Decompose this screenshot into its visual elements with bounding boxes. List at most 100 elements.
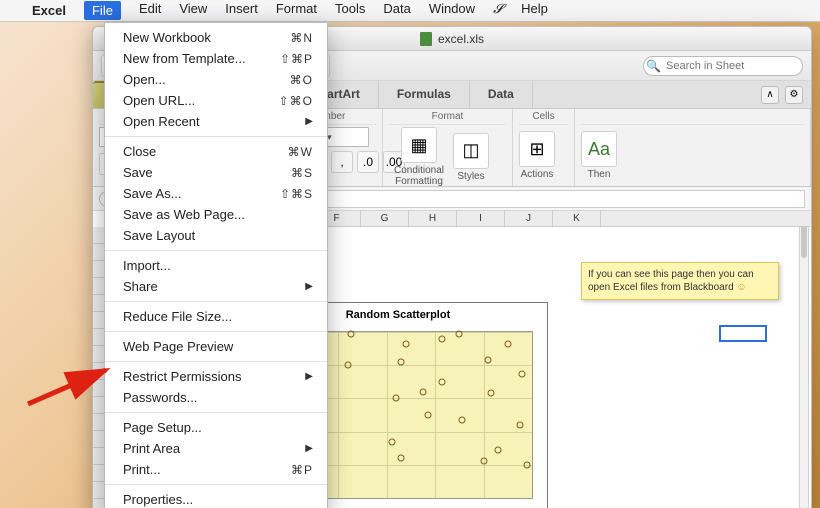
col-header-K[interactable]: K bbox=[553, 211, 601, 226]
ribbon-group-format: Format ▦ Conditional Formatting ◫ Styles bbox=[383, 109, 513, 186]
submenu-arrow-icon: ▶ bbox=[305, 443, 313, 454]
chart-point bbox=[398, 455, 405, 462]
menu-item-label: New Workbook bbox=[123, 30, 211, 45]
chart-point bbox=[495, 446, 502, 453]
chart-point bbox=[345, 362, 352, 369]
col-header-J[interactable]: J bbox=[505, 211, 553, 226]
themes-button[interactable]: Aa Then bbox=[581, 131, 617, 180]
menu-item-open-recent[interactable]: Open Recent▶ bbox=[105, 111, 327, 132]
annotation-arrow bbox=[24, 356, 124, 419]
menu-item-label: Close bbox=[123, 144, 156, 159]
chart-point bbox=[393, 395, 400, 402]
menu-item-new-from-template[interactable]: New from Template...⇧⌘P bbox=[105, 48, 327, 69]
menu-item-properties[interactable]: Properties... bbox=[105, 489, 327, 508]
menu-item-reduce-file-size[interactable]: Reduce File Size... bbox=[105, 306, 327, 327]
col-header-I[interactable]: I bbox=[457, 211, 505, 226]
menu-item-open[interactable]: Open...⌘O bbox=[105, 69, 327, 90]
menu-data[interactable]: Data bbox=[383, 1, 410, 20]
menu-item-web-page-preview[interactable]: Web Page Preview bbox=[105, 336, 327, 357]
menu-tools[interactable]: Tools bbox=[335, 1, 365, 20]
menu-edit[interactable]: Edit bbox=[139, 1, 161, 20]
menu-separator bbox=[105, 412, 327, 413]
menu-shortcut: ⇧⌘S bbox=[280, 187, 313, 201]
chart-point bbox=[403, 340, 410, 347]
menu-file[interactable]: File bbox=[84, 1, 121, 20]
conditional-formatting-button[interactable]: ▦ Conditional Formatting bbox=[389, 127, 449, 187]
vertical-scrollbar[interactable] bbox=[799, 213, 809, 508]
menu-item-label: Share bbox=[123, 279, 158, 294]
note-text: If you can see this page then you can op… bbox=[588, 269, 754, 293]
menu-item-save-as-web-page[interactable]: Save as Web Page... bbox=[105, 204, 327, 225]
selected-cell[interactable] bbox=[719, 325, 767, 342]
submenu-arrow-icon: ▶ bbox=[305, 371, 313, 382]
menu-item-label: Reduce File Size... bbox=[123, 309, 232, 324]
chart-point bbox=[424, 412, 431, 419]
menu-item-save-as[interactable]: Save As...⇧⌘S bbox=[105, 183, 327, 204]
ribbon-collapse-icon[interactable]: ∧ bbox=[761, 86, 779, 104]
menu-item-label: Page Setup... bbox=[123, 420, 202, 435]
menu-window[interactable]: Window bbox=[429, 1, 475, 20]
decrease-decimal-icon[interactable]: .0 bbox=[357, 151, 379, 173]
sticky-note: If you can see this page then you can op… bbox=[581, 262, 779, 300]
menu-item-label: Passwords... bbox=[123, 390, 197, 405]
chart-point bbox=[439, 335, 446, 342]
menu-item-close[interactable]: Close ⌘W bbox=[105, 141, 327, 162]
group-title-cells: Cells bbox=[519, 111, 568, 125]
chart-point bbox=[420, 388, 427, 395]
ribbon-group-themes: Aa Then bbox=[575, 109, 811, 186]
menu-item-label: Open... bbox=[123, 72, 166, 87]
chart-point bbox=[516, 421, 523, 428]
menu-view[interactable]: View bbox=[179, 1, 207, 20]
col-header-G[interactable]: G bbox=[361, 211, 409, 226]
chart-point bbox=[398, 358, 405, 365]
menu-item-label: Save as Web Page... bbox=[123, 207, 245, 222]
menu-item-page-setup[interactable]: Page Setup... bbox=[105, 417, 327, 438]
menu-item-print[interactable]: Print...⌘P bbox=[105, 459, 327, 480]
menu-item-open-url[interactable]: Open URL...⇧⌘O bbox=[105, 90, 327, 111]
chart-point bbox=[504, 340, 511, 347]
menu-separator bbox=[105, 331, 327, 332]
chart-point bbox=[524, 461, 531, 468]
ribbon-tab-data[interactable]: Data bbox=[470, 81, 533, 108]
menu-item-save-layout[interactable]: Save Layout bbox=[105, 225, 327, 246]
styles-icon: ◫ bbox=[453, 133, 489, 169]
menu-item-label: Web Page Preview bbox=[123, 339, 233, 354]
menu-item-label: Import... bbox=[123, 258, 171, 273]
mac-menubar: Excel File Edit View Insert Format Tools Data W… bbox=[0, 0, 820, 22]
menu-shortcut: ⇧⌘O bbox=[279, 94, 313, 108]
menu-insert[interactable]: Insert bbox=[225, 1, 258, 20]
menu-shortcut: ⌘P bbox=[291, 463, 313, 477]
chart-point bbox=[458, 416, 465, 423]
menu-help[interactable]: Help bbox=[521, 1, 548, 20]
menu-separator bbox=[105, 136, 327, 137]
menu-separator bbox=[105, 484, 327, 485]
app-menu[interactable]: Excel bbox=[32, 3, 66, 18]
comma-icon[interactable]: , bbox=[331, 151, 353, 173]
ribbon-tab-formulas[interactable]: Formulas bbox=[379, 81, 470, 108]
menu-item-print-area[interactable]: Print Area▶ bbox=[105, 438, 327, 459]
styles-button[interactable]: ◫ Styles bbox=[453, 133, 489, 182]
menu-item-import[interactable]: Import... bbox=[105, 255, 327, 276]
menu-format[interactable]: Format bbox=[276, 1, 317, 20]
actions-icon: ⊞ bbox=[519, 131, 555, 167]
menu-shortcut: ⇧⌘P bbox=[280, 52, 313, 66]
menu-item-restrict-permissions[interactable]: Restrict Permissions▶ bbox=[105, 366, 327, 387]
actions-button[interactable]: ⊞ Actions bbox=[519, 131, 555, 180]
menu-shortcut: ⌘W bbox=[288, 145, 313, 159]
smiley-icon: ☺ bbox=[736, 282, 746, 293]
menu-item-save[interactable]: Save⌘S bbox=[105, 162, 327, 183]
menu-shortcut: ⌘S bbox=[291, 166, 313, 180]
menu-item-new-workbook[interactable]: New Workbook ⌘N bbox=[105, 27, 327, 48]
menu-item-share[interactable]: Share ▶ bbox=[105, 276, 327, 297]
menu-𝓢[interactable]: 𝓢 bbox=[493, 1, 503, 20]
submenu-arrow-icon: ▶ bbox=[305, 281, 313, 292]
menu-item-passwords[interactable]: Passwords... bbox=[105, 387, 327, 408]
search-input[interactable] bbox=[643, 56, 803, 76]
ribbon-group-cells: Cells ⊞ Actions bbox=[513, 109, 575, 186]
chart-point bbox=[487, 390, 494, 397]
chart-point bbox=[439, 378, 446, 385]
col-header-H[interactable]: H bbox=[409, 211, 457, 226]
ribbon-options-icon[interactable]: ⚙ bbox=[785, 86, 803, 104]
chart-point bbox=[480, 458, 487, 465]
menu-shortcut: ⌘N bbox=[290, 31, 313, 45]
